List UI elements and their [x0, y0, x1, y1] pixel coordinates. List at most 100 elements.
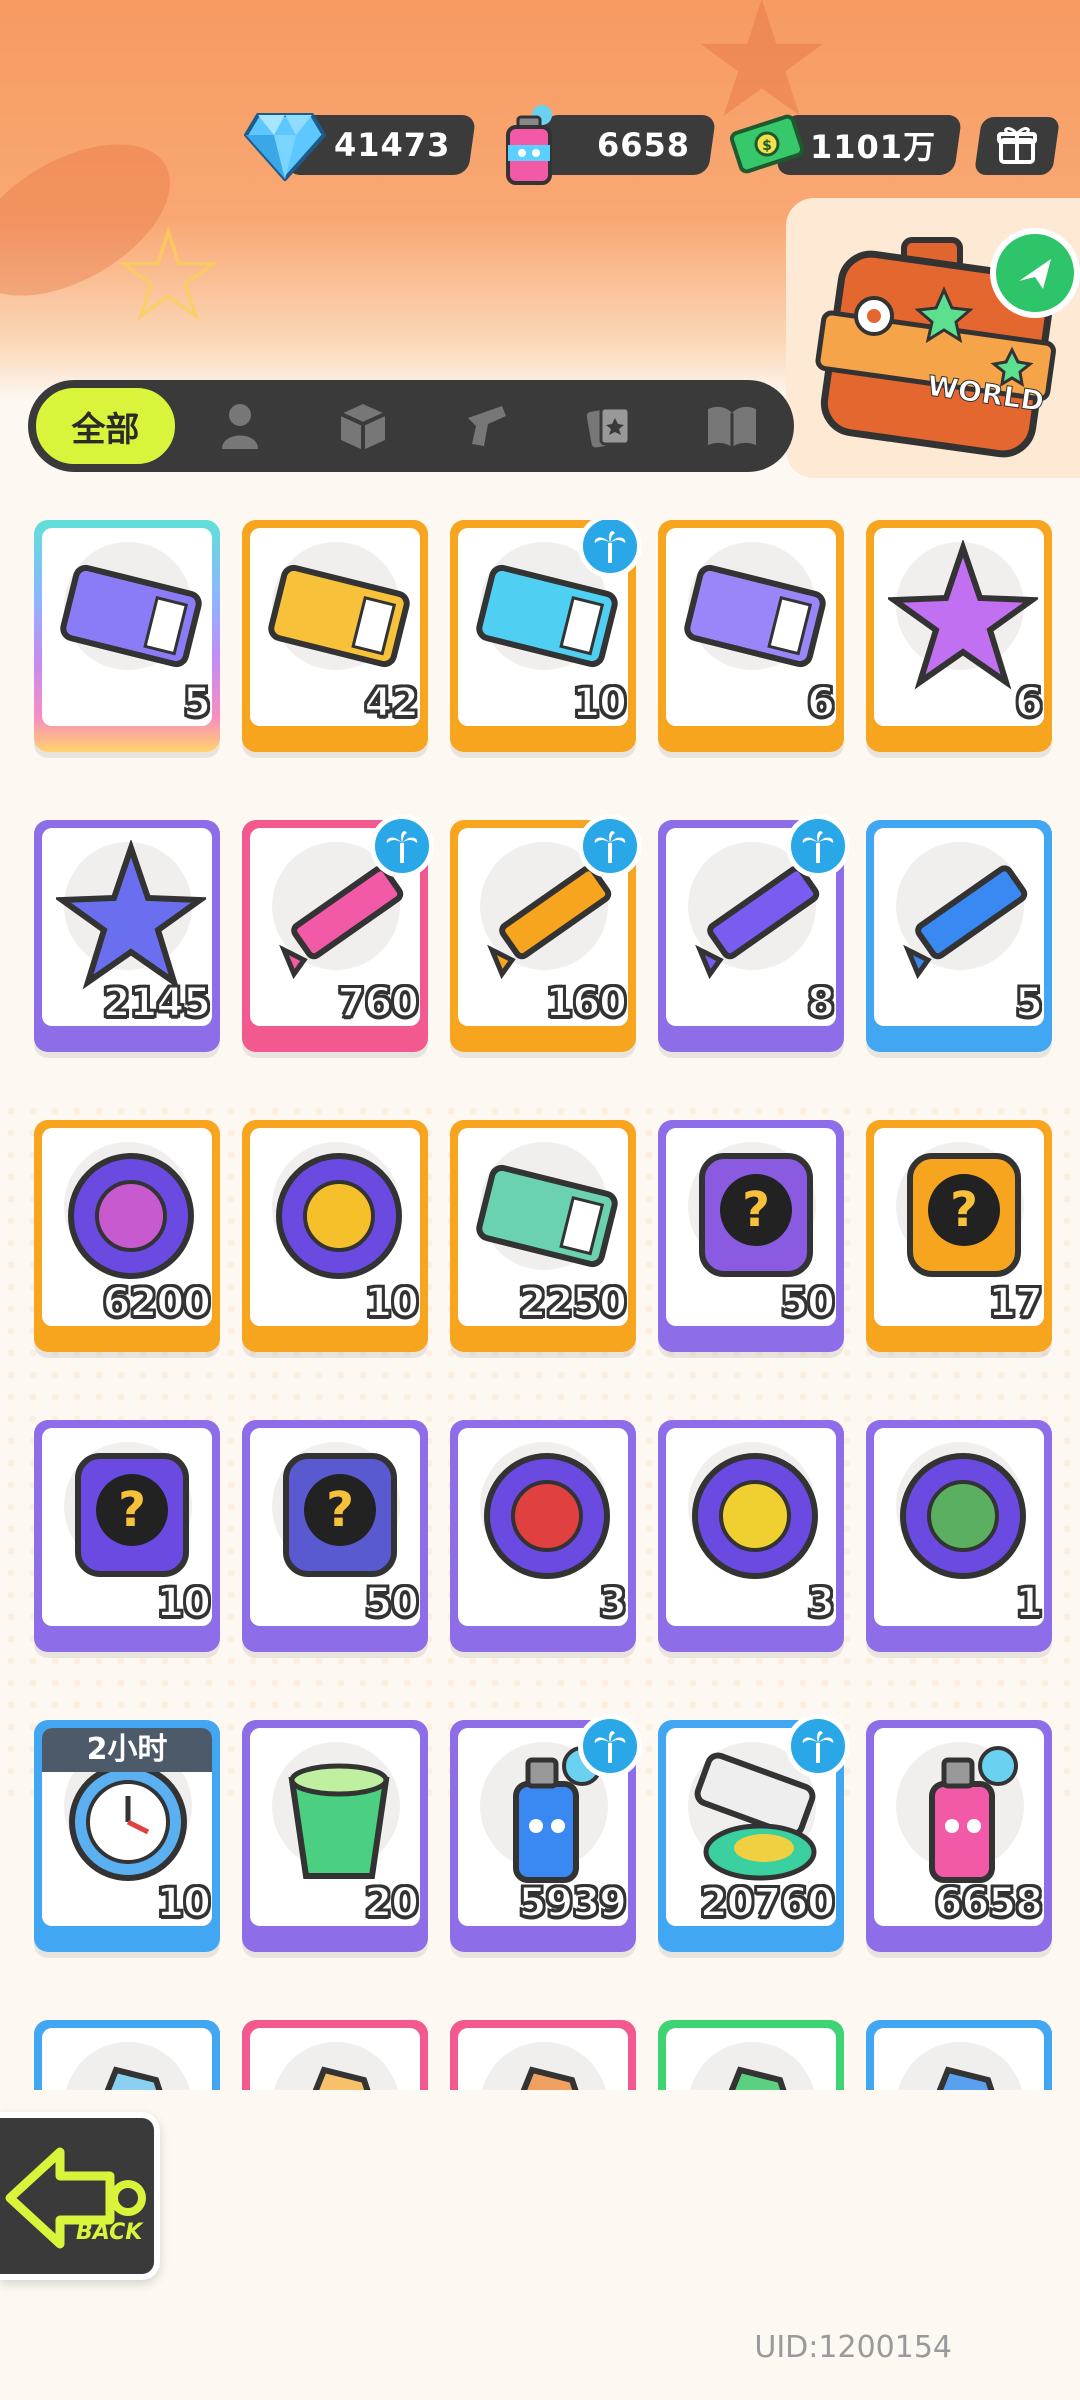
blue-star-icon: [56, 840, 206, 990]
item-card-fish-pet-orb[interactable]: 3: [450, 1420, 636, 1652]
partial-item-1-icon: [104, 2066, 163, 2090]
diamond-icon: [240, 100, 330, 190]
tab-cards[interactable]: [548, 380, 671, 472]
explosion-badge-icon: [276, 1153, 402, 1279]
tab-book[interactable]: [671, 380, 794, 472]
item-card-wave-up-ticket[interactable]: 10: [450, 520, 642, 752]
partial-item-2-icon: [312, 2066, 371, 2090]
gift-box-button[interactable]: [973, 117, 1061, 175]
item-card-green-cup[interactable]: 20: [242, 1720, 428, 1952]
item-count: 5: [1014, 979, 1044, 1027]
item-card-cool-badge[interactable]: 6200: [34, 1120, 220, 1352]
tab-all[interactable]: 全部: [32, 384, 179, 468]
item-card-inner: [250, 2028, 420, 2090]
partial-item-5-icon: [936, 2066, 995, 2090]
item-card-plant-pet-orb[interactable]: 1: [866, 1420, 1052, 1652]
item-card-alarm-clock[interactable]: 2小时 10: [34, 1720, 220, 1952]
item-card-season-ticket[interactable]: 2250: [450, 1120, 636, 1352]
item-card-explosion-badge[interactable]: 10: [242, 1120, 428, 1352]
tab-all-label: 全部: [71, 409, 140, 450]
item-card-partial-item-4[interactable]: [658, 2020, 844, 2090]
crown-ticket-icon: [60, 564, 202, 668]
item-count: 2250: [518, 1279, 628, 1327]
item-timer: 2小时: [42, 1728, 212, 1772]
item-card-blue-crayon[interactable]: 5: [866, 820, 1052, 1052]
item-count: 10: [155, 1879, 212, 1927]
item-card-inner: [42, 2028, 212, 2090]
green-cup-icon: [288, 1763, 390, 1879]
tab-items[interactable]: [302, 380, 425, 472]
svg-text:?: ?: [742, 1182, 770, 1238]
item-count: 5939: [518, 1879, 628, 1927]
season-ticket-icon: [476, 1164, 618, 1268]
partial-item-3-icon: [520, 2066, 579, 2090]
item-card-purple-crayon[interactable]: 8: [658, 814, 850, 1052]
back-label: BACK: [76, 2220, 143, 2245]
item-count: 3: [598, 1579, 628, 1627]
category-tabbar: 全部: [28, 380, 794, 472]
item-card-inner: [874, 2028, 1044, 2090]
item-card-partial-item-1[interactable]: [34, 2020, 220, 2090]
item-card-mystery-egg[interactable]: ? 50: [658, 1120, 844, 1352]
deity-mystery-purple-icon: ?: [75, 1453, 189, 1577]
item-card-paint-tube[interactable]: 20760: [658, 1714, 850, 1952]
rainbow-star-icon: [888, 540, 1038, 690]
palm-tree-badge-icon: [370, 814, 434, 878]
cards-icon: [587, 406, 631, 448]
svg-text:?: ?: [326, 1482, 354, 1538]
item-count: 160: [545, 979, 628, 1027]
item-count: 20: [363, 1879, 420, 1927]
yellow-pet-orb-icon: [692, 1453, 818, 1579]
item-card-deity-mystery-gold[interactable]: ? 17: [866, 1120, 1052, 1352]
item-card-travel-card-mystery[interactable]: ? 50: [242, 1420, 428, 1652]
item-card-partial-item-3[interactable]: [450, 2020, 636, 2090]
item-card-yellow-pet-orb[interactable]: 3: [658, 1420, 844, 1652]
item-card-rainbow-star[interactable]: 6: [866, 520, 1052, 752]
palm-tree-badge-icon: [578, 520, 642, 578]
svg-text:?: ?: [118, 1482, 146, 1538]
cash-value: 1101万: [809, 128, 936, 166]
spray-can-icon: [486, 100, 576, 190]
palm-tree-badge-icon: [786, 1714, 850, 1778]
item-card-partial-item-2[interactable]: [242, 2020, 428, 2090]
blue-crayon-icon: [903, 865, 1028, 980]
item-count: 3: [806, 1579, 836, 1627]
item-card-purple-star-ticket[interactable]: 6: [658, 520, 844, 752]
mystery-egg-icon: ?: [699, 1153, 813, 1277]
item-count: 42: [363, 679, 420, 727]
item-count: 6: [806, 679, 836, 727]
svg-text:?: ?: [950, 1182, 978, 1238]
partial-item-4-icon: [728, 2066, 787, 2090]
back-button[interactable]: BACK: [0, 2112, 160, 2280]
user-id: UID:1200154: [754, 2330, 952, 2365]
item-count: 6: [1014, 679, 1044, 727]
item-card-blue-star[interactable]: 2145: [34, 820, 220, 1052]
travel-badge: [990, 228, 1080, 318]
item-count: 8: [806, 979, 836, 1027]
item-card-inner: [666, 2028, 836, 2090]
item-card-pink-crayon[interactable]: 760: [242, 814, 434, 1052]
item-count: 50: [363, 1579, 420, 1627]
item-card-deity-mystery-purple[interactable]: ? 10: [34, 1420, 220, 1652]
item-count: 17: [987, 1279, 1044, 1327]
star-ticket-icon: [268, 564, 410, 668]
book-icon: [708, 406, 757, 447]
item-count: 5: [182, 679, 212, 727]
spray-value: 6658: [596, 126, 690, 164]
item-card-star-ticket[interactable]: 42: [242, 520, 428, 752]
person-icon: [222, 404, 259, 449]
item-count: 10: [571, 679, 628, 727]
tab-weapons[interactable]: [425, 380, 548, 472]
cash-icon: $: [722, 100, 812, 190]
item-card-blue-spray-can[interactable]: 5939: [450, 1714, 642, 1952]
item-card-orange-crayon[interactable]: 160: [450, 814, 642, 1052]
palm-tree-badge-icon: [786, 814, 850, 878]
item-count: 50: [779, 1279, 836, 1327]
item-card-crown-ticket[interactable]: 5: [34, 520, 220, 752]
item-count: 2145: [102, 979, 212, 1027]
tab-characters[interactable]: [179, 380, 302, 472]
item-card-inner: [458, 2028, 628, 2090]
item-card-partial-item-5[interactable]: [866, 2020, 1052, 2090]
pink-spray-can-icon: [929, 1746, 1018, 1883]
item-card-pink-spray-can[interactable]: 6658: [866, 1720, 1052, 1952]
